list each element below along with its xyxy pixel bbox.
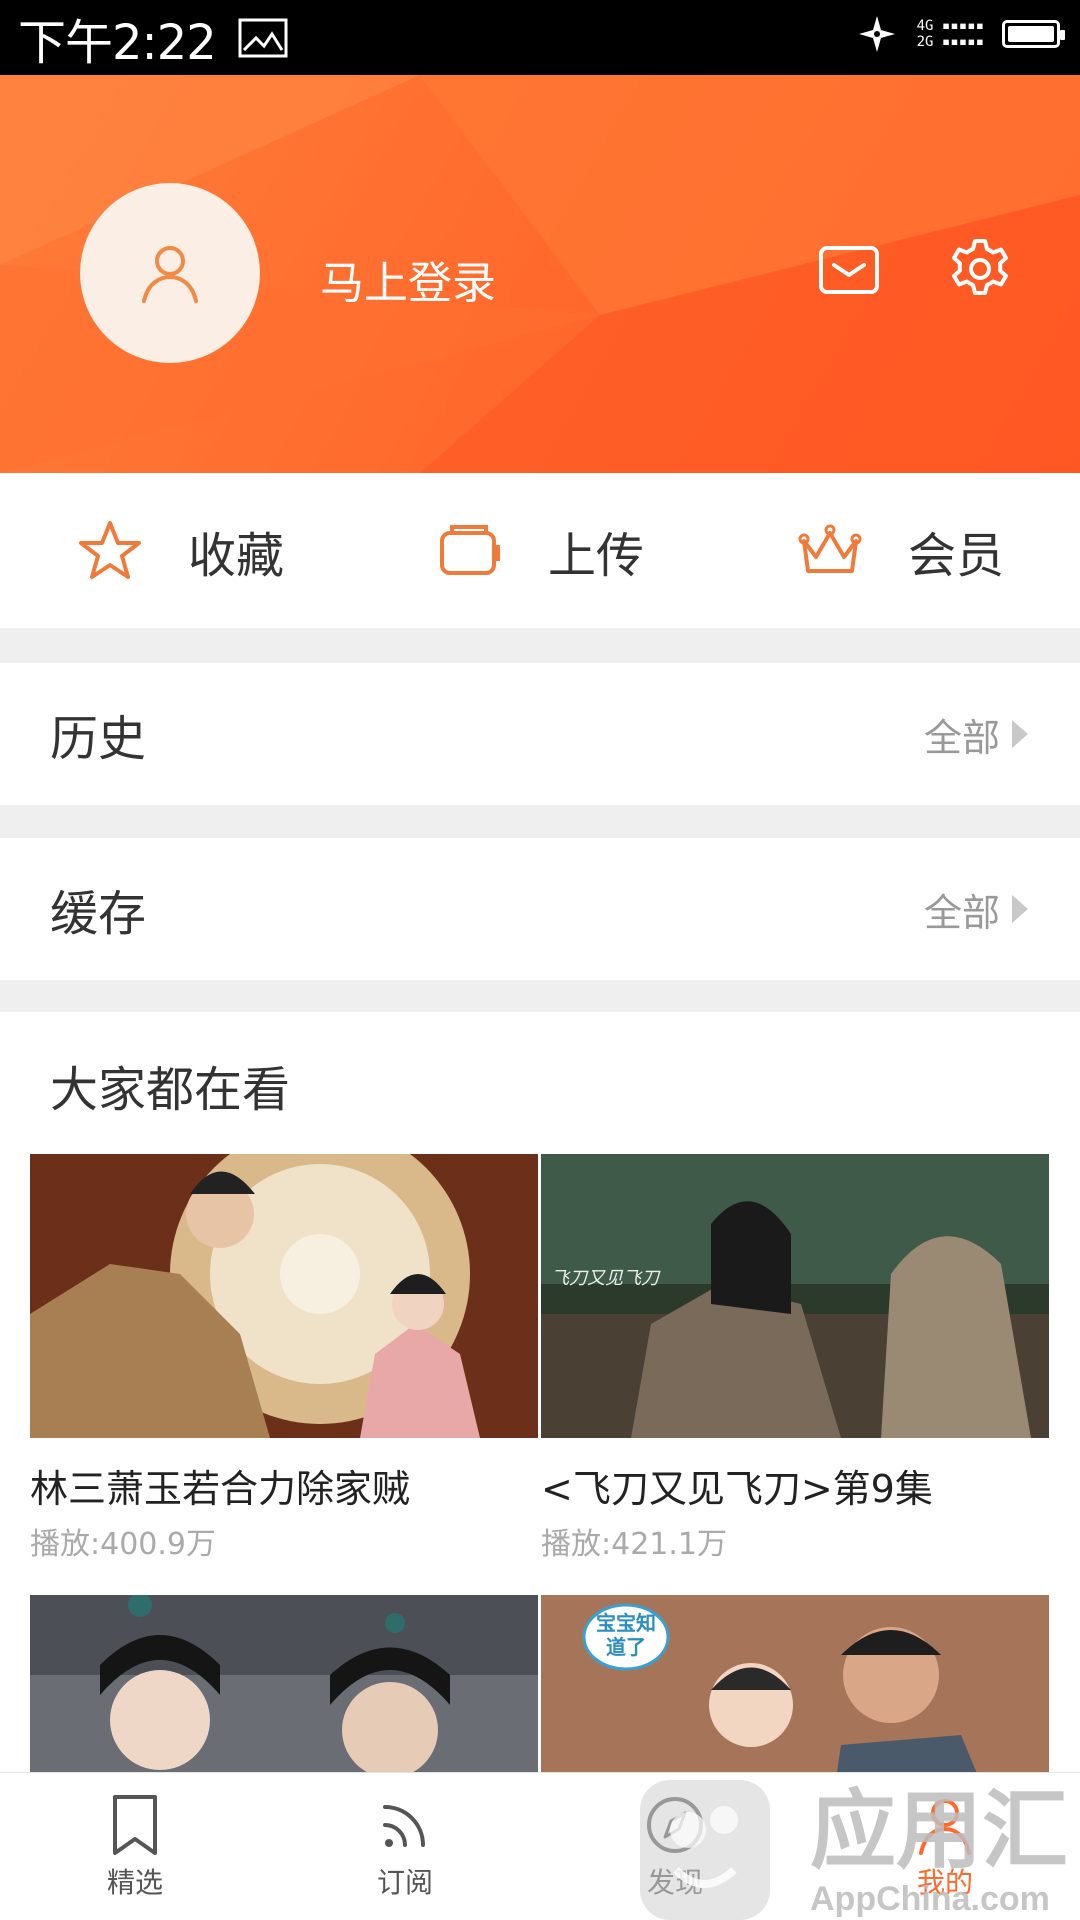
chevron-right-icon (1012, 720, 1028, 748)
upload-label: 上传 (547, 527, 644, 584)
favorites-label: 收藏 (187, 527, 284, 584)
video-card[interactable]: 飞刀又见飞刀 <飞刀又见飞刀>第9集 播放:421.1万 (541, 1154, 1049, 1563)
user-icon (142, 246, 198, 303)
video-title: <飞刀又见飞刀>第9集 (541, 1467, 933, 1511)
video-thumbnail[interactable]: 宝宝知道了 (541, 1595, 1049, 1772)
quick-actions: 收藏 上传 会员 (0, 473, 1080, 628)
popular-section: 大家都在看 林三萧玉若合力除家贼 播放:400.9万 飞刀又见飞刀 <飞刀又见飞… (0, 1012, 1080, 1772)
status-bar: 下午2:22 4G ▪▪▪▪▪ 2G ▪▪▪▪▪ (0, 0, 1080, 75)
nav-discover-label: 发现 (646, 1865, 703, 1899)
bookmark-icon (113, 1794, 157, 1855)
person-icon (919, 1798, 971, 1855)
messages-button[interactable] (818, 245, 880, 295)
nav-discover[interactable]: 发现 (540, 1773, 810, 1920)
video-title: 林三萧玉若合力除家贼 (30, 1467, 411, 1511)
chevron-right-icon (1012, 895, 1028, 923)
nav-featured[interactable]: 精选 (0, 1773, 270, 1920)
favorites-button[interactable]: 收藏 (0, 473, 360, 628)
gear-icon (952, 239, 1008, 295)
mail-icon (819, 246, 879, 294)
popular-title: 大家都在看 (50, 1062, 291, 1118)
video-card[interactable] (30, 1595, 538, 1772)
cache-row[interactable]: 缓存 全部 (0, 838, 1080, 980)
video-card[interactable]: 宝宝知道了 (541, 1595, 1049, 1772)
bottom-navigation: 精选 订阅 发现 我的 (0, 1772, 1080, 1920)
avatar[interactable] (80, 183, 260, 363)
image-notification-icon (238, 18, 288, 57)
video-thumbnail[interactable]: 飞刀又见飞刀 (541, 1154, 1049, 1438)
login-link[interactable]: 马上登录 (320, 247, 496, 311)
settings-button[interactable] (948, 237, 1012, 301)
video-play-count: 播放:421.1万 (541, 1527, 727, 1562)
nav-subscriptions[interactable]: 订阅 (270, 1773, 540, 1920)
thumbnail-image (30, 1154, 538, 1438)
history-all-link[interactable]: 全部 (924, 707, 1030, 762)
upload-button[interactable]: 上传 (360, 473, 720, 628)
history-title: 历史 (50, 711, 147, 767)
profile-header: 马上登录 (0, 75, 1080, 473)
video-thumbnail[interactable] (30, 1595, 538, 1772)
crown-icon (798, 524, 862, 573)
nav-subscriptions-label: 订阅 (376, 1865, 433, 1899)
thumbnail-caption: 飞刀又见飞刀 (551, 1268, 659, 1289)
compass-icon (647, 1796, 703, 1853)
upload-icon (439, 524, 500, 575)
nav-mine[interactable]: 我的 (810, 1773, 1080, 1920)
video-card[interactable]: 林三萧玉若合力除家贼 播放:400.9万 (30, 1154, 538, 1563)
status-right: 4G ▪▪▪▪▪ 2G ▪▪▪▪▪ (855, 12, 1065, 56)
history-all-label: 全部 (923, 715, 1000, 760)
video-play-count: 播放:400.9万 (30, 1527, 216, 1562)
nav-mine-label: 我的 (916, 1865, 973, 1899)
video-thumbnail[interactable] (30, 1154, 538, 1438)
rss-icon (383, 1804, 425, 1847)
membership-button[interactable]: 会员 (720, 473, 1080, 628)
network-indicator: 4G ▪▪▪▪▪ 2G ▪▪▪▪▪ (916, 18, 984, 50)
cache-all-link[interactable]: 全部 (924, 882, 1030, 937)
app-notification-icon (858, 16, 895, 52)
history-row[interactable]: 历史 全部 (0, 663, 1080, 805)
thumbnail-caption: 宝宝知道了 (596, 1611, 656, 1659)
status-time: 下午2:22 (18, 14, 217, 71)
cache-all-label: 全部 (923, 890, 1000, 935)
cache-title: 缓存 (50, 886, 147, 942)
membership-label: 会员 (907, 527, 1004, 584)
nav-featured-label: 精选 (106, 1865, 163, 1899)
star-icon (78, 520, 141, 579)
thumbnail-image (541, 1154, 1049, 1438)
battery-icon (1002, 20, 1065, 48)
thumbnail-image (30, 1595, 538, 1772)
